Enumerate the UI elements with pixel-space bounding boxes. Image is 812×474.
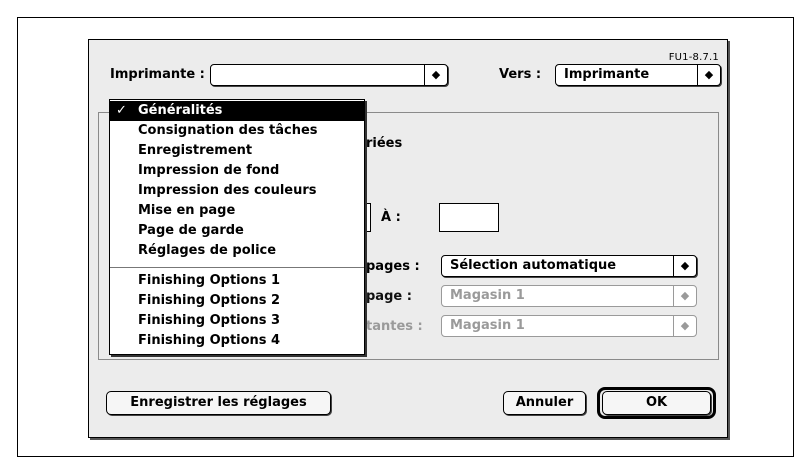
menu-item-finishing-3[interactable]: Finishing Options 3 (110, 311, 364, 331)
menu-item-enregistrement[interactable]: Enregistrement (110, 141, 364, 161)
first-page-source-popup[interactable]: Sélection automatique ◆ (441, 255, 697, 277)
remaining-source-label: tantes : (366, 319, 423, 334)
pages-to-field[interactable] (439, 203, 499, 232)
menu-item-finishing-1[interactable]: Finishing Options 1 (110, 271, 364, 291)
printer-label: Imprimante : (110, 67, 205, 82)
menu-item-mise-en-page[interactable]: Mise en page (110, 201, 364, 221)
page-source-popup: Magasin 1 ◆ (441, 285, 697, 307)
printer-popup[interactable]: ◆ (210, 64, 448, 86)
to-value: Imprimante (564, 67, 650, 82)
menu-item-finishing-4[interactable]: Finishing Options 4 (110, 331, 364, 351)
up-down-arrows-icon: ◆ (697, 65, 720, 85)
menu-separator (110, 267, 364, 268)
cancel-button[interactable]: Annuler (503, 391, 586, 415)
up-down-arrows-icon: ◆ (673, 256, 696, 276)
menu-item-generalites[interactable]: ✓ Généralités (110, 101, 364, 121)
first-page-label: pages : (366, 259, 420, 274)
up-down-arrows-icon: ◆ (673, 316, 696, 336)
menu-item-page-de-garde[interactable]: Page de garde (110, 221, 364, 241)
reference-code: FU1-8.7.1 (668, 52, 719, 63)
copies-label-partial: riées (366, 136, 403, 151)
to-popup[interactable]: Imprimante ◆ (555, 64, 721, 86)
pages-to-label: À : (381, 210, 401, 225)
to-label: Vers : (499, 67, 542, 82)
menu-item-consignation[interactable]: Consignation des tâches (110, 121, 364, 141)
page-source-value: Magasin 1 (450, 288, 525, 303)
menu-item-impression-couleurs[interactable]: Impression des couleurs (110, 181, 364, 201)
menu-item-label: Généralités (138, 103, 223, 118)
up-down-arrows-icon: ◆ (424, 65, 447, 85)
save-settings-button[interactable]: Enregistrer les réglages (106, 391, 331, 415)
page-source-label: page : (366, 289, 412, 304)
first-page-source-value: Sélection automatique (450, 258, 617, 273)
panel-popup-menu: ✓ Généralités Consignation des tâches En… (109, 99, 365, 355)
default-button-ring: OK (597, 387, 716, 419)
menu-item-finishing-2[interactable]: Finishing Options 2 (110, 291, 364, 311)
menu-item-impression-fond[interactable]: Impression de fond (110, 161, 364, 181)
menu-item-reglages-police[interactable]: Réglages de police (110, 241, 364, 261)
ok-button[interactable]: OK (602, 391, 711, 415)
up-down-arrows-icon: ◆ (673, 286, 696, 306)
remaining-source-value: Magasin 1 (450, 318, 525, 333)
remaining-source-popup: Magasin 1 ◆ (441, 315, 697, 337)
checkmark-icon: ✓ (116, 103, 127, 118)
